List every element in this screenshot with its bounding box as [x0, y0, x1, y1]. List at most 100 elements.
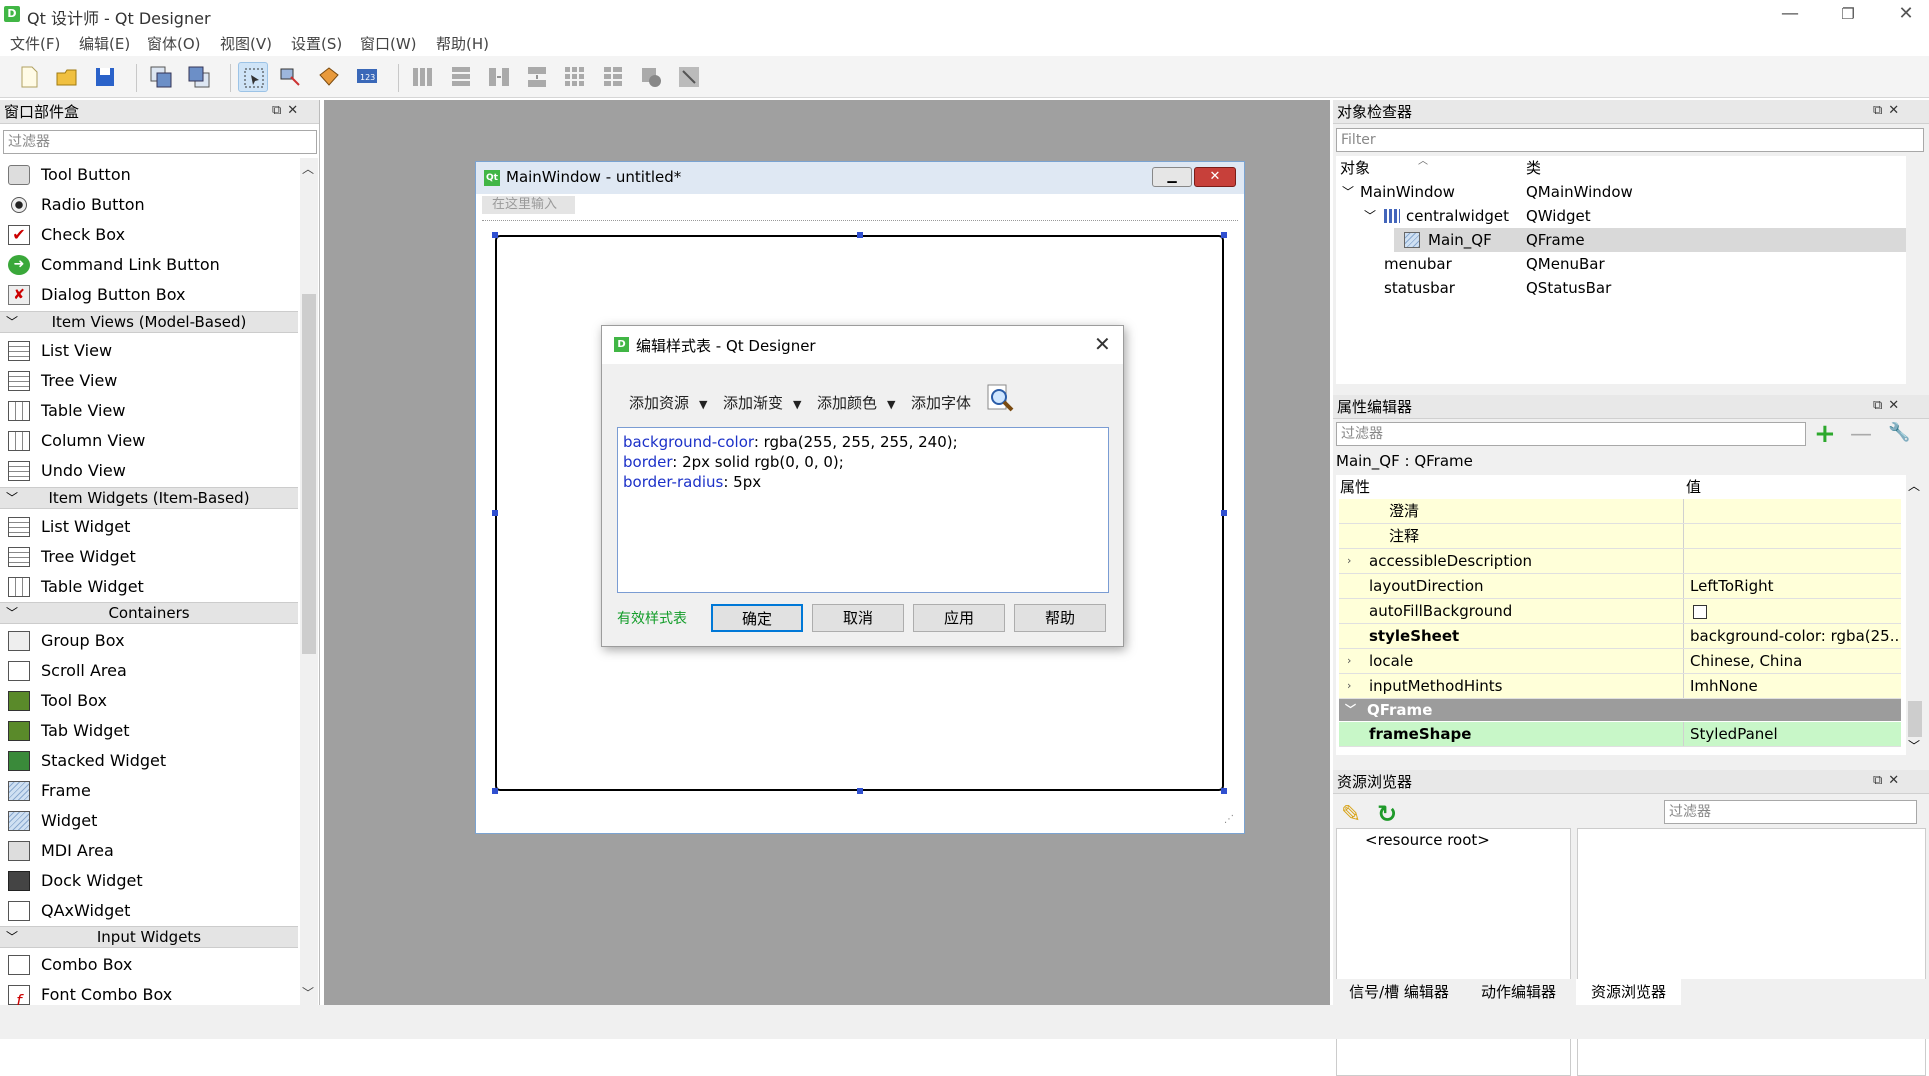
widget-tool-box[interactable]: Tool Box [6, 686, 296, 716]
add-property-icon[interactable]: + [1814, 421, 1836, 447]
widget-table-view[interactable]: Table View [6, 396, 296, 426]
menu-view[interactable]: 视图(V) [220, 33, 272, 54]
menu-placeholder[interactable]: 在这里输入 [482, 196, 575, 214]
float-close-icon[interactable]: ⧉✕ [1873, 773, 1905, 788]
save-icon[interactable] [90, 62, 120, 92]
selection-handle[interactable] [1221, 788, 1227, 794]
widget-check-box[interactable]: ✔ Check Box [6, 220, 296, 250]
menu-help[interactable]: 帮助(H) [436, 33, 489, 54]
object-tree-scrollbar[interactable] [1906, 156, 1924, 384]
widget-stacked-widget[interactable]: Stacked Widget [6, 746, 296, 776]
layout-splitter-h-icon[interactable] [484, 62, 514, 92]
prop-row-frame-shape[interactable]: frameShape StyledPanel [1339, 722, 1901, 747]
edit-signals-icon[interactable] [276, 62, 306, 92]
layout-vertical-icon[interactable] [446, 62, 476, 92]
selection-handle[interactable] [1221, 232, 1227, 238]
prop-row-locale[interactable]: › locale Chinese, China [1339, 649, 1901, 674]
tree-item-mainwindow[interactable]: ﹀ MainWindow QMainWindow [1336, 180, 1896, 204]
dialog-close-icon[interactable]: ✕ [1094, 332, 1111, 356]
widget-tree-view[interactable]: Tree View [6, 366, 296, 396]
widget-qaxwidget[interactable]: QAxWidget [6, 896, 296, 926]
widget-group-box[interactable]: Group Box [6, 626, 296, 656]
add-gradient-dropdown[interactable]: 添加渐变 ▼ [723, 392, 801, 413]
autofill-checkbox[interactable] [1693, 605, 1707, 619]
scroll-thumb[interactable] [302, 294, 316, 654]
layout-grid-icon[interactable] [560, 62, 590, 92]
resource-root-item[interactable]: <resource root> [1365, 831, 1490, 849]
widget-command-link-button[interactable]: ➜ Command Link Button [6, 250, 296, 280]
prop-row-whatsthis[interactable]: 澄清 [1339, 499, 1901, 524]
category-containers[interactable]: ﹀ Containers [0, 602, 298, 624]
widget-frame[interactable]: Frame [6, 776, 296, 806]
break-layout-icon[interactable] [636, 62, 666, 92]
menu-form[interactable]: 窗体(O) [147, 33, 201, 54]
prop-row-input-method-hints[interactable]: › inputMethodHints ImhNone [1339, 674, 1901, 699]
prop-row-auto-fill-background[interactable]: autoFillBackground [1339, 599, 1901, 624]
open-folder-icon[interactable] [52, 62, 82, 92]
prop-row-comment[interactable]: 注释 [1339, 524, 1901, 549]
size-grip-icon[interactable]: ⋰ [1224, 814, 1234, 825]
add-resource-dropdown[interactable]: 添加资源 ▼ [629, 392, 707, 413]
float-close-icon[interactable]: ⧉✕ [1873, 398, 1905, 413]
bring-to-front-icon[interactable] [184, 62, 214, 92]
selection-handle[interactable] [492, 232, 498, 238]
float-close-icon[interactable]: ⧉✕ [272, 103, 304, 118]
selection-handle[interactable] [492, 510, 498, 516]
widget-tree-widget[interactable]: Tree Widget [6, 542, 296, 572]
send-to-back-icon[interactable] [146, 62, 176, 92]
apply-button[interactable]: 应用 [913, 604, 1005, 632]
tree-item-statusbar[interactable]: statusbar QStatusBar [1336, 276, 1896, 300]
layout-form-icon[interactable] [598, 62, 628, 92]
add-color-dropdown[interactable]: 添加颜色 ▼ [817, 392, 895, 413]
ok-button[interactable]: 确定 [711, 604, 803, 632]
scroll-up-icon[interactable]: ︿ [302, 160, 314, 177]
tab-action-editor[interactable]: 动作编辑器 [1466, 979, 1571, 1005]
menu-file[interactable]: 文件(F) [10, 33, 60, 54]
reload-icon[interactable]: ↻ [1377, 800, 1397, 828]
selection-handle[interactable] [857, 232, 863, 238]
widget-table-widget[interactable]: Table Widget [6, 572, 296, 602]
scroll-down-icon[interactable]: ﹀ [302, 984, 314, 1001]
prop-row-layout-direction[interactable]: layoutDirection LeftToRight [1339, 574, 1901, 599]
prop-row-accessible-description[interactable]: › accessibleDescription [1339, 549, 1901, 574]
widget-font-combo-box[interactable]: f Font Combo Box [6, 980, 296, 1005]
cancel-button[interactable]: 取消 [812, 604, 904, 632]
widget-widget[interactable]: Widget [6, 806, 296, 836]
property-filter[interactable]: 过滤器 [1336, 422, 1806, 446]
selection-handle[interactable] [492, 788, 498, 794]
form-close-button[interactable]: ✕ [1194, 167, 1236, 187]
widget-list-view[interactable]: List View [6, 336, 296, 366]
tree-item-main-qf[interactable]: Main_QF QFrame [1394, 228, 1906, 252]
category-item-views[interactable]: ﹀ Item Views (Model-Based) [0, 311, 298, 333]
edit-buddies-icon[interactable] [314, 62, 344, 92]
resource-filter[interactable]: 过滤器 [1664, 800, 1917, 824]
magnifier-icon[interactable] [985, 383, 1017, 415]
stylesheet-text-editor[interactable]: background-color: rgba(255, 255, 255, 24… [617, 427, 1109, 593]
layout-splitter-v-icon[interactable] [522, 62, 552, 92]
widget-box-scrollbar[interactable]: ︿ ﹀ [300, 158, 318, 1005]
widget-column-view[interactable]: Column View [6, 426, 296, 456]
widget-scroll-area[interactable]: Scroll Area [6, 656, 296, 686]
close-button[interactable]: ✕ [1878, 0, 1929, 30]
selection-handle[interactable] [857, 788, 863, 794]
remove-property-icon[interactable]: — [1850, 422, 1872, 447]
widget-tool-button[interactable]: Tool Button [6, 160, 296, 190]
widget-mdi-area[interactable]: MDI Area [6, 836, 296, 866]
menu-edit[interactable]: 编辑(E) [79, 33, 130, 54]
help-button[interactable]: 帮助 [1014, 604, 1106, 632]
layout-horizontal-icon[interactable] [408, 62, 438, 92]
widget-dialog-button-box[interactable]: ✘ Dialog Button Box [6, 280, 296, 310]
widget-tab-widget[interactable]: Tab Widget [6, 716, 296, 746]
prop-section-qframe[interactable]: ﹀ QFrame [1339, 699, 1901, 721]
widget-list-widget[interactable]: List Widget [6, 512, 296, 542]
object-filter[interactable]: Filter [1336, 128, 1924, 152]
tab-resource-browser[interactable]: 资源浏览器 [1576, 979, 1681, 1005]
new-file-icon[interactable] [14, 62, 44, 92]
form-minimize-button[interactable]: ▁ [1152, 167, 1192, 187]
menu-window[interactable]: 窗口(W) [360, 33, 417, 54]
tree-item-centralwidget[interactable]: ﹀ centralwidget QWidget [1336, 204, 1896, 228]
widget-radio-button[interactable]: Radio Button [6, 190, 296, 220]
category-item-widgets[interactable]: ﹀ Item Widgets (Item-Based) [0, 487, 298, 509]
tree-item-menubar[interactable]: menubar QMenuBar [1336, 252, 1896, 276]
minimize-button[interactable]: — [1762, 0, 1818, 30]
